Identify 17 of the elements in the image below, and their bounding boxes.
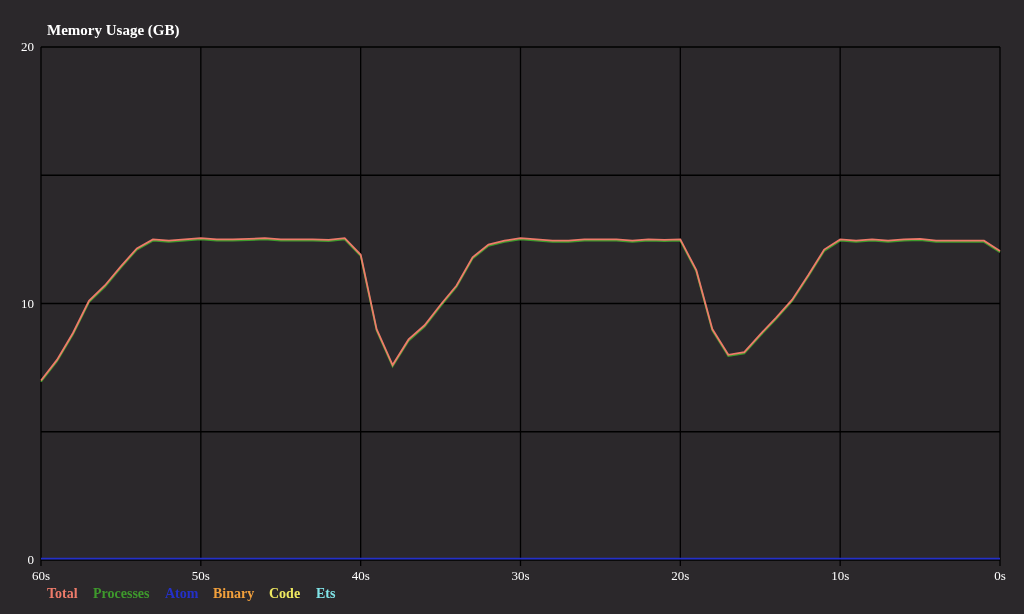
legend-label: Binary xyxy=(213,586,255,601)
x-tick-label: 50s xyxy=(191,568,210,583)
x-tick-label: 60s xyxy=(31,568,51,583)
legend-label: Code xyxy=(269,586,301,601)
x-tick-label: 20s xyxy=(671,568,690,583)
x-tick-label: 0s xyxy=(994,568,1006,583)
y-tick-label: 0 xyxy=(27,552,34,567)
legend-label: Total xyxy=(47,586,78,601)
x-tick-label: 10s xyxy=(831,568,850,583)
legend-label: Processes xyxy=(93,586,150,601)
y-tick-label: 20 xyxy=(21,39,34,54)
y-tick-label: 10 xyxy=(21,295,34,311)
chart-title: Memory Usage (GB) xyxy=(47,22,180,38)
x-tick-label: 30s xyxy=(511,568,530,583)
legend-label: Atom xyxy=(165,586,199,601)
legend-label: Ets xyxy=(316,586,336,601)
x-tick-label: 40s xyxy=(351,568,370,583)
